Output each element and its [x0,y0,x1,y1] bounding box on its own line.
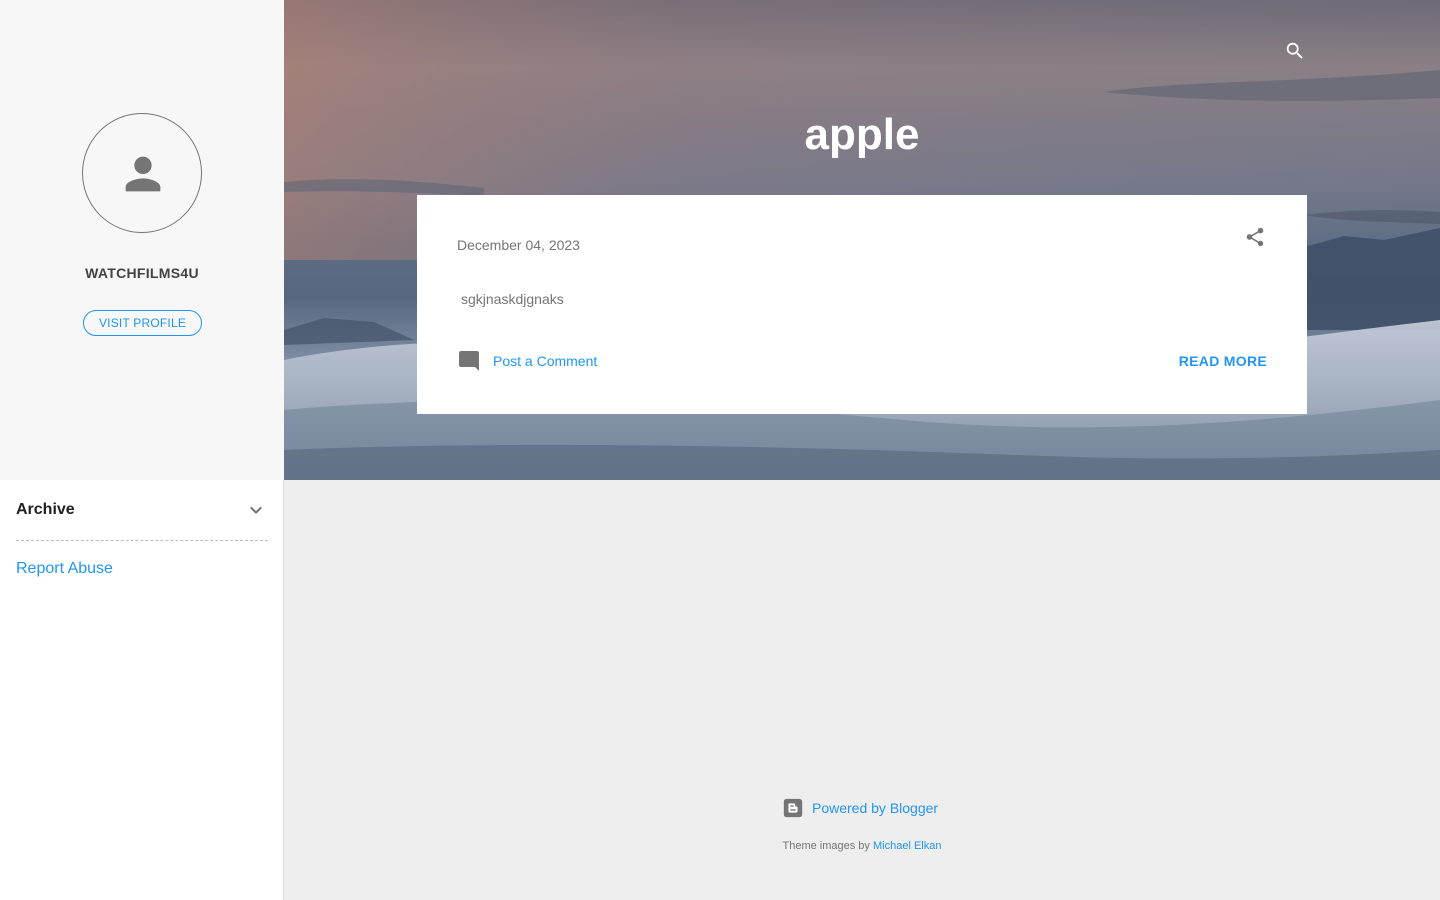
sidebar-divider [16,540,268,541]
avatar[interactable] [82,113,202,233]
archive-toggle[interactable]: Archive [16,496,268,524]
post-date[interactable]: December 04, 2023 [457,237,580,253]
theme-credit-prefix: Theme images by [782,840,870,852]
chevron-down-icon [250,506,262,514]
theme-credit: Theme images by Michael Elkan [284,840,1440,852]
profile-name[interactable]: WATCHFILMS4U [0,265,284,281]
archive-label: Archive [16,501,75,518]
powered-by-blogger-link[interactable]: Powered by Blogger [782,797,938,819]
theme-author-link[interactable]: Michael Elkan [873,840,941,852]
blogger-icon [783,798,803,818]
visit-profile-button[interactable]: VISIT PROFILE [83,310,202,336]
comment-icon[interactable] [457,349,481,373]
post-card: December 04, 2023 sgkjnaskdjgnaks Post a… [417,195,1307,414]
powered-by-label: Powered by Blogger [812,800,939,816]
profile-section: WATCHFILMS4U VISIT PROFILE [0,0,284,480]
share-icon[interactable] [1244,226,1266,248]
search-icon[interactable] [1284,40,1306,62]
blog-title[interactable]: apple [284,110,1440,160]
post-snippet: sgkjnaskdjgnaks [461,291,564,307]
post-comment-link[interactable]: Post a Comment [493,353,597,369]
sidebar: WATCHFILMS4U VISIT PROFILE Archive Repor… [0,0,284,900]
person-icon [125,156,161,192]
report-abuse-link[interactable]: Report Abuse [16,560,113,578]
read-more-link[interactable]: READ MORE [1179,353,1267,369]
